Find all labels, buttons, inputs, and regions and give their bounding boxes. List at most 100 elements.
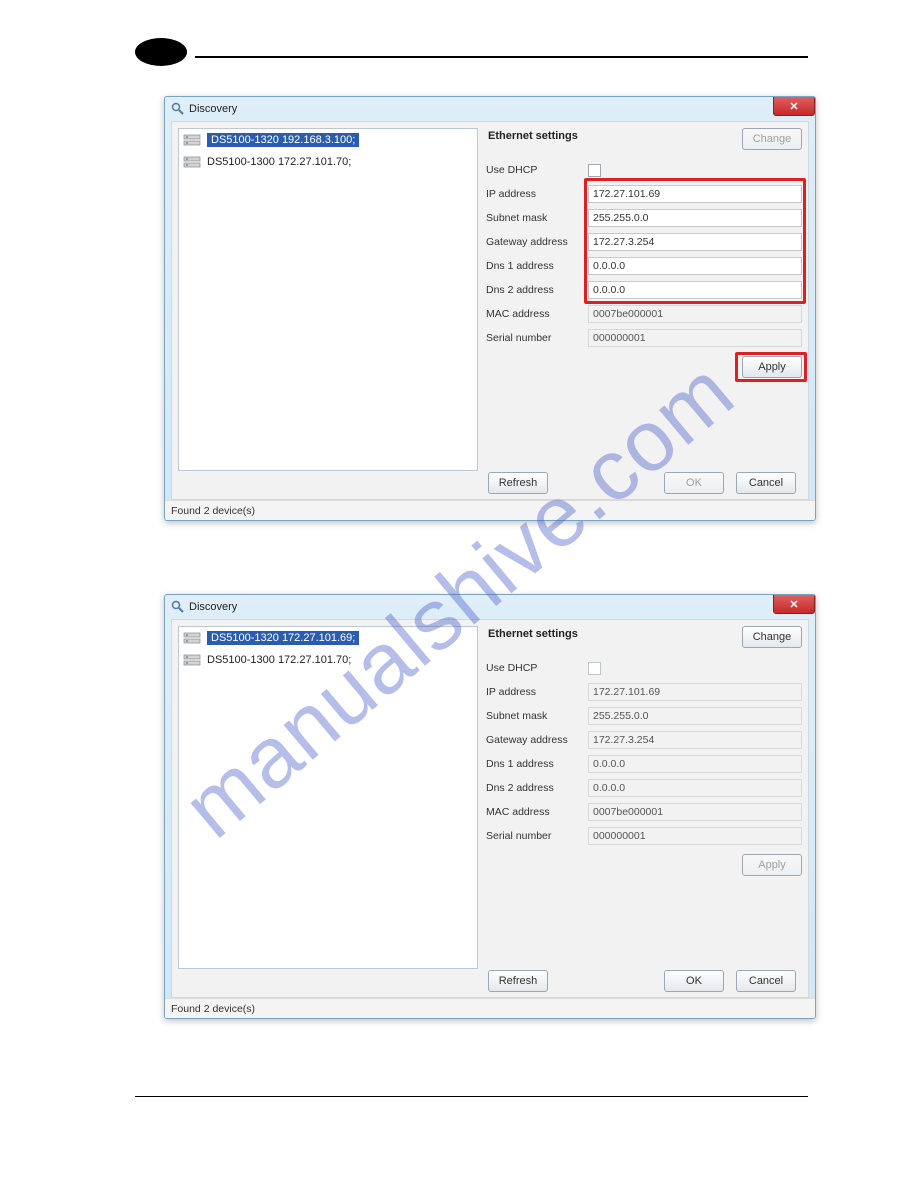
status-bar: Found 2 device(s) <box>165 998 815 1018</box>
list-item-label: DS5100-1320 192.168.3.100; <box>207 133 359 147</box>
page-header <box>135 44 808 74</box>
mac-value <box>588 305 802 323</box>
device-list[interactable]: DS5100-1320 192.168.3.100; DS5100-1300 1… <box>178 128 478 471</box>
dhcp-checkbox[interactable] <box>588 164 601 177</box>
fields-group: Use DHCP IP address Subnet mask Gateway … <box>486 656 802 848</box>
serial-value <box>588 827 802 845</box>
list-item[interactable]: DS5100-1300 172.27.101.70; <box>179 649 477 671</box>
list-item-label: DS5100-1300 172.27.101.70; <box>207 654 351 666</box>
list-item-label: DS5100-1320 172.27.101.69; <box>207 631 359 645</box>
cancel-button[interactable]: Cancel <box>736 970 796 992</box>
field-row-mac: MAC address <box>486 302 802 326</box>
change-button[interactable]: Change <box>742 128 802 150</box>
refresh-button[interactable]: Refresh <box>488 472 548 494</box>
dns1-input[interactable] <box>588 257 802 275</box>
ok-button[interactable]: OK <box>664 970 724 992</box>
field-row-serial: Serial number <box>486 326 802 350</box>
client-area: DS5100-1320 172.27.101.69; DS5100-1300 1… <box>171 619 809 998</box>
field-label: Gateway address <box>486 734 588 746</box>
ip-value <box>588 683 802 701</box>
gateway-value <box>588 731 802 749</box>
apply-button[interactable]: Apply <box>742 854 802 876</box>
field-row-dhcp: Use DHCP <box>486 656 802 680</box>
status-text: Found 2 device(s) <box>171 1003 255 1015</box>
gateway-input[interactable] <box>588 233 802 251</box>
field-row-gateway: Gateway address <box>486 230 802 254</box>
window-title: Discovery <box>189 103 237 115</box>
serial-value <box>588 329 802 347</box>
ok-button[interactable]: OK <box>664 472 724 494</box>
field-label: Use DHCP <box>486 164 588 176</box>
field-label: Serial number <box>486 830 588 842</box>
field-label: Dns 1 address <box>486 260 588 272</box>
subnet-input[interactable] <box>588 209 802 227</box>
field-label: Subnet mask <box>486 212 588 224</box>
field-label: Dns 2 address <box>486 782 588 794</box>
dhcp-checkbox <box>588 662 601 675</box>
field-row-subnet: Subnet mask <box>486 206 802 230</box>
field-row-dns1: Dns 1 address <box>486 254 802 278</box>
status-bar: Found 2 device(s) <box>165 500 815 520</box>
device-icon <box>183 133 201 147</box>
field-label: IP address <box>486 686 588 698</box>
panel-title: Ethernet settings <box>488 628 578 640</box>
dns1-value <box>588 755 802 773</box>
mac-value <box>588 803 802 821</box>
field-row-dhcp: Use DHCP <box>486 158 802 182</box>
field-label: Gateway address <box>486 236 588 248</box>
close-button[interactable]: ✕ <box>773 594 815 614</box>
field-row-mac: MAC address <box>486 800 802 824</box>
device-icon <box>183 155 201 169</box>
dns2-input[interactable] <box>588 281 802 299</box>
close-button[interactable]: ✕ <box>773 96 815 116</box>
field-label: Dns 2 address <box>486 284 588 296</box>
field-label: Use DHCP <box>486 662 588 674</box>
discovery-icon <box>171 102 185 116</box>
field-label: MAC address <box>486 806 588 818</box>
ip-input[interactable] <box>588 185 802 203</box>
discovery-icon <box>171 600 185 614</box>
refresh-button[interactable]: Refresh <box>488 970 548 992</box>
field-row-dns1: Dns 1 address <box>486 752 802 776</box>
page-marker <box>135 38 187 66</box>
field-row-dns2: Dns 2 address <box>486 776 802 800</box>
field-row-serial: Serial number <box>486 824 802 848</box>
settings-panel: Ethernet settings Change Use DHCP IP add… <box>486 128 802 471</box>
footer-rule <box>135 1096 808 1097</box>
fields-group: Use DHCP IP address Subnet mask Gateway … <box>486 158 802 350</box>
field-row-dns2: Dns 2 address <box>486 278 802 302</box>
titlebar[interactable]: Discovery ✕ <box>165 97 815 121</box>
close-icon: ✕ <box>789 100 798 113</box>
discovery-window-2: Discovery ✕ DS5100-1320 172.27.101.69; D… <box>164 594 816 1019</box>
change-button[interactable]: Change <box>742 626 802 648</box>
client-area: DS5100-1320 192.168.3.100; DS5100-1300 1… <box>171 121 809 500</box>
list-item[interactable]: DS5100-1320 192.168.3.100; <box>179 129 477 151</box>
window-title: Discovery <box>189 601 237 613</box>
field-label: MAC address <box>486 308 588 320</box>
list-item[interactable]: DS5100-1300 172.27.101.70; <box>179 151 477 173</box>
button-bar: Refresh OK Cancel <box>178 471 802 495</box>
list-item[interactable]: DS5100-1320 172.27.101.69; <box>179 627 477 649</box>
field-label: Subnet mask <box>486 710 588 722</box>
cancel-button[interactable]: Cancel <box>736 472 796 494</box>
titlebar[interactable]: Discovery ✕ <box>165 595 815 619</box>
dns2-value <box>588 779 802 797</box>
field-row-ip: IP address <box>486 680 802 704</box>
device-icon <box>183 631 201 645</box>
close-icon: ✕ <box>789 598 798 611</box>
list-item-label: DS5100-1300 172.27.101.70; <box>207 156 351 168</box>
discovery-window-1: Discovery ✕ DS5100-1320 192.168.3.100; D… <box>164 96 816 521</box>
field-row-subnet: Subnet mask <box>486 704 802 728</box>
header-rule <box>195 56 808 58</box>
button-bar: Refresh OK Cancel <box>178 969 802 993</box>
device-icon <box>183 653 201 667</box>
settings-panel: Ethernet settings Change Use DHCP IP add… <box>486 626 802 969</box>
field-row-gateway: Gateway address <box>486 728 802 752</box>
device-list[interactable]: DS5100-1320 172.27.101.69; DS5100-1300 1… <box>178 626 478 969</box>
field-label: Dns 1 address <box>486 758 588 770</box>
field-label: IP address <box>486 188 588 200</box>
status-text: Found 2 device(s) <box>171 505 255 517</box>
apply-button[interactable]: Apply <box>742 356 802 378</box>
field-label: Serial number <box>486 332 588 344</box>
panel-title: Ethernet settings <box>488 130 578 142</box>
